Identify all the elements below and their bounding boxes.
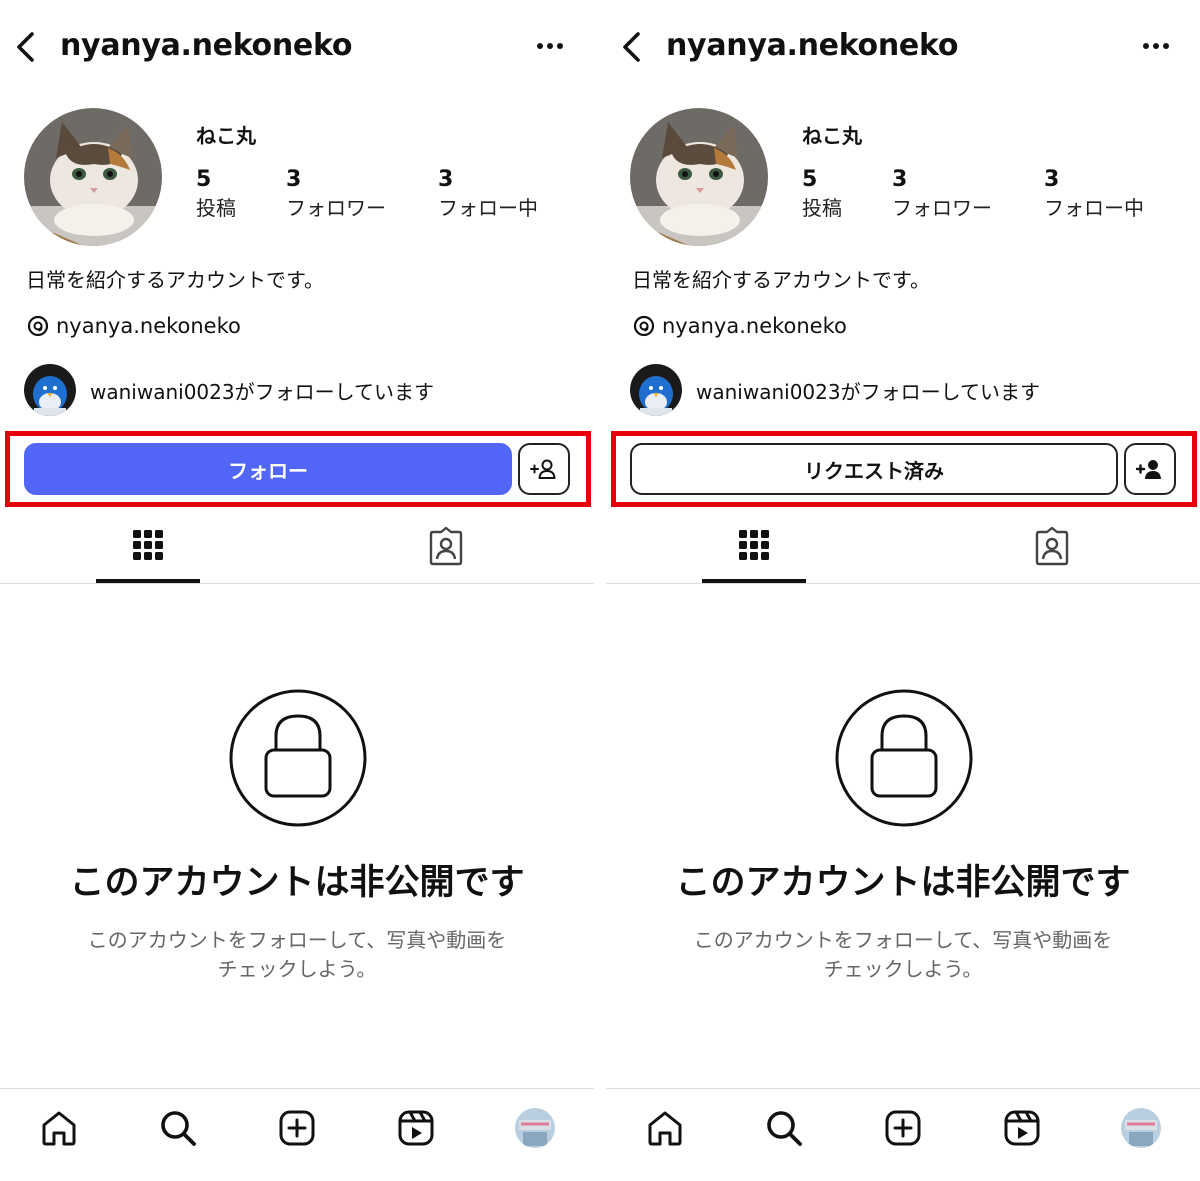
threads-icon bbox=[27, 315, 49, 337]
add-person-outline-icon bbox=[530, 459, 556, 479]
display-name: ねこ丸 bbox=[802, 124, 862, 148]
search-icon bbox=[161, 1111, 196, 1146]
profile-username: nyanya.nekoneko bbox=[60, 28, 353, 63]
followed-by-text: waniwani0023がフォローしています bbox=[90, 379, 434, 404]
threads-icon bbox=[633, 315, 655, 337]
follower-avatar bbox=[630, 364, 682, 416]
tab-tagged[interactable] bbox=[1004, 526, 1100, 584]
follow-button[interactable]: フォロー bbox=[24, 443, 512, 495]
profile-avatar-cat bbox=[630, 108, 768, 246]
private-subtitle-line1: このアカウントをフォローして、写真や動画を bbox=[693, 928, 1113, 952]
back-arrow-icon[interactable] bbox=[618, 30, 646, 64]
screen-after-request: nyanya.nekoneko ねこ丸 5 投稿 3 フォロワー 3 フォロー中 bbox=[606, 0, 1200, 1181]
bottom-nav-divider bbox=[606, 1088, 1200, 1089]
more-options-icon[interactable] bbox=[1136, 34, 1176, 58]
stat-followers-count: 3 bbox=[286, 167, 302, 192]
private-subtitle-line2: チェックしよう。 bbox=[217, 957, 377, 981]
stat-following[interactable]: 3 フォロー中 bbox=[438, 166, 538, 222]
nav-profile-avatar[interactable] bbox=[515, 1108, 555, 1148]
stat-following-count: 3 bbox=[438, 167, 454, 192]
nav-create[interactable] bbox=[275, 1106, 319, 1150]
followed-by-row[interactable]: waniwani0023がフォローしています bbox=[630, 364, 1040, 416]
follower-avatar bbox=[24, 364, 76, 416]
profile-bio: 日常を紹介するアカウントです。 bbox=[26, 268, 324, 292]
nav-search[interactable] bbox=[156, 1106, 200, 1150]
add-person-filled-icon bbox=[1135, 460, 1161, 479]
stat-posts[interactable]: 5 投稿 bbox=[196, 166, 236, 222]
stat-followers[interactable]: 3 フォロワー bbox=[892, 166, 992, 222]
stat-following-label: フォロー中 bbox=[1044, 196, 1144, 220]
create-icon bbox=[279, 1110, 315, 1146]
nav-home[interactable] bbox=[643, 1106, 687, 1150]
threads-link[interactable]: nyanya.nekoneko bbox=[632, 312, 847, 340]
stat-posts-label: 投稿 bbox=[802, 196, 842, 220]
private-account-subtitle: このアカウントをフォローして、写真や動画を チェックしよう。 bbox=[0, 926, 594, 984]
private-subtitle-line1: このアカウントをフォローして、写真や動画を bbox=[87, 928, 507, 952]
panel-gap bbox=[594, 0, 606, 1181]
bottom-nav-divider bbox=[0, 1088, 594, 1089]
tab-divider bbox=[606, 583, 1200, 584]
stat-following-count: 3 bbox=[1044, 167, 1060, 192]
back-arrow-icon[interactable] bbox=[12, 30, 40, 64]
stat-posts-count: 5 bbox=[196, 167, 212, 192]
stat-posts-label: 投稿 bbox=[196, 196, 236, 220]
search-icon bbox=[767, 1111, 802, 1146]
private-account-title: このアカウントは非公開です bbox=[69, 863, 525, 903]
stat-following[interactable]: 3 フォロー中 bbox=[1044, 166, 1144, 222]
create-icon bbox=[885, 1110, 921, 1146]
followed-by-row[interactable]: waniwani0023がフォローしています bbox=[24, 364, 434, 416]
profile-username: nyanya.nekoneko bbox=[666, 28, 959, 63]
private-account-subtitle: このアカウントをフォローして、写真や動画を チェックしよう。 bbox=[606, 926, 1200, 984]
grid-icon bbox=[739, 530, 769, 560]
private-subtitle-line2: チェックしよう。 bbox=[823, 957, 983, 981]
requested-button[interactable]: リクエスト済み bbox=[630, 443, 1118, 495]
stat-following-label: フォロー中 bbox=[438, 196, 538, 220]
grid-icon bbox=[133, 530, 163, 560]
threads-handle: nyanya.nekoneko bbox=[662, 314, 847, 338]
nav-home[interactable] bbox=[37, 1106, 81, 1150]
lock-icon bbox=[229, 689, 367, 827]
stat-posts[interactable]: 5 投稿 bbox=[802, 166, 842, 222]
more-options-icon[interactable] bbox=[530, 34, 570, 58]
reels-icon bbox=[398, 1110, 434, 1146]
stat-followers-count: 3 bbox=[892, 167, 908, 192]
nav-search[interactable] bbox=[762, 1106, 806, 1150]
lock-icon bbox=[835, 689, 973, 827]
followed-by-text: waniwani0023がフォローしています bbox=[696, 379, 1040, 404]
tab-posts-grid[interactable] bbox=[706, 526, 802, 584]
stat-followers-label: フォロワー bbox=[892, 196, 992, 220]
profile-avatar-cat bbox=[24, 108, 162, 246]
nav-reels[interactable] bbox=[1000, 1106, 1044, 1150]
nav-create[interactable] bbox=[881, 1106, 925, 1150]
home-icon bbox=[42, 1111, 76, 1146]
tagged-icon bbox=[1035, 526, 1069, 566]
threads-link[interactable]: nyanya.nekoneko bbox=[26, 312, 241, 340]
tagged-icon bbox=[429, 526, 463, 566]
nav-profile-avatar[interactable] bbox=[1121, 1108, 1161, 1148]
suggested-users-button[interactable] bbox=[518, 443, 570, 495]
reels-icon bbox=[1004, 1110, 1040, 1146]
screen-before-follow: nyanya.nekoneko ねこ丸 5 投稿 3 フォロワー 3 フォロー中 bbox=[0, 0, 594, 1181]
stat-followers-label: フォロワー bbox=[286, 196, 386, 220]
nav-reels[interactable] bbox=[394, 1106, 438, 1150]
private-account-title: このアカウントは非公開です bbox=[675, 863, 1131, 903]
home-icon bbox=[648, 1111, 682, 1146]
tab-posts-grid[interactable] bbox=[100, 526, 196, 584]
suggested-users-button[interactable] bbox=[1124, 443, 1176, 495]
tab-tagged[interactable] bbox=[398, 526, 494, 584]
display-name: ねこ丸 bbox=[196, 124, 256, 148]
stat-followers[interactable]: 3 フォロワー bbox=[286, 166, 386, 222]
profile-bio: 日常を紹介するアカウントです。 bbox=[632, 268, 930, 292]
tab-divider bbox=[0, 583, 594, 584]
threads-handle: nyanya.nekoneko bbox=[56, 314, 241, 338]
stat-posts-count: 5 bbox=[802, 167, 818, 192]
